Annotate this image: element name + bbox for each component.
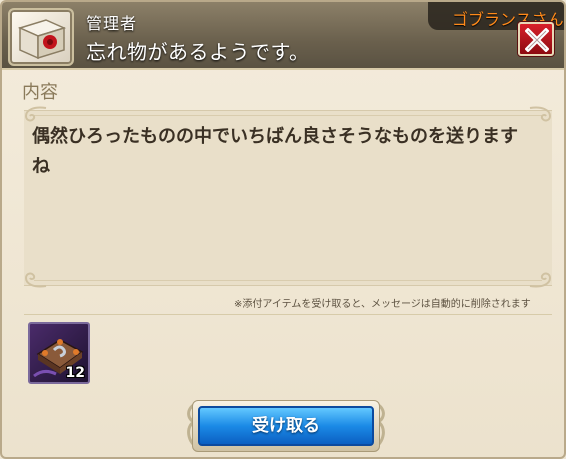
mail-header: 管理者 忘れ物があるようです。 ゴブランスさんか <box>2 2 564 70</box>
mail-message: 偶然ひろったものの中でいちばん良さそうなものを送ります ね <box>32 126 518 177</box>
mail-dialog: 管理者 忘れ物があるようです。 ゴブランスさんか 内容 偶然ひろったものの中でい… <box>0 0 566 459</box>
corner-ornament-icon <box>24 272 47 288</box>
corner-ornament-icon <box>529 106 552 122</box>
sender-name: 管理者 <box>86 14 138 33</box>
close-button[interactable] <box>518 22 554 56</box>
gift-box-icon <box>8 8 74 66</box>
attachment-item-slot[interactable]: 12 <box>28 322 90 384</box>
mail-subject: 忘れ物があるようです。 <box>86 40 310 64</box>
item-count: 12 <box>65 365 85 381</box>
content-label: 内容 <box>22 82 58 103</box>
close-icon <box>525 28 549 52</box>
corner-ornament-icon <box>529 272 552 288</box>
attachment-row <box>24 314 552 390</box>
attachment-notice: ※添付アイテムを受け取ると、メッセージは自動的に削除されます <box>234 299 531 310</box>
receive-button[interactable]: 受け取る <box>198 406 374 446</box>
